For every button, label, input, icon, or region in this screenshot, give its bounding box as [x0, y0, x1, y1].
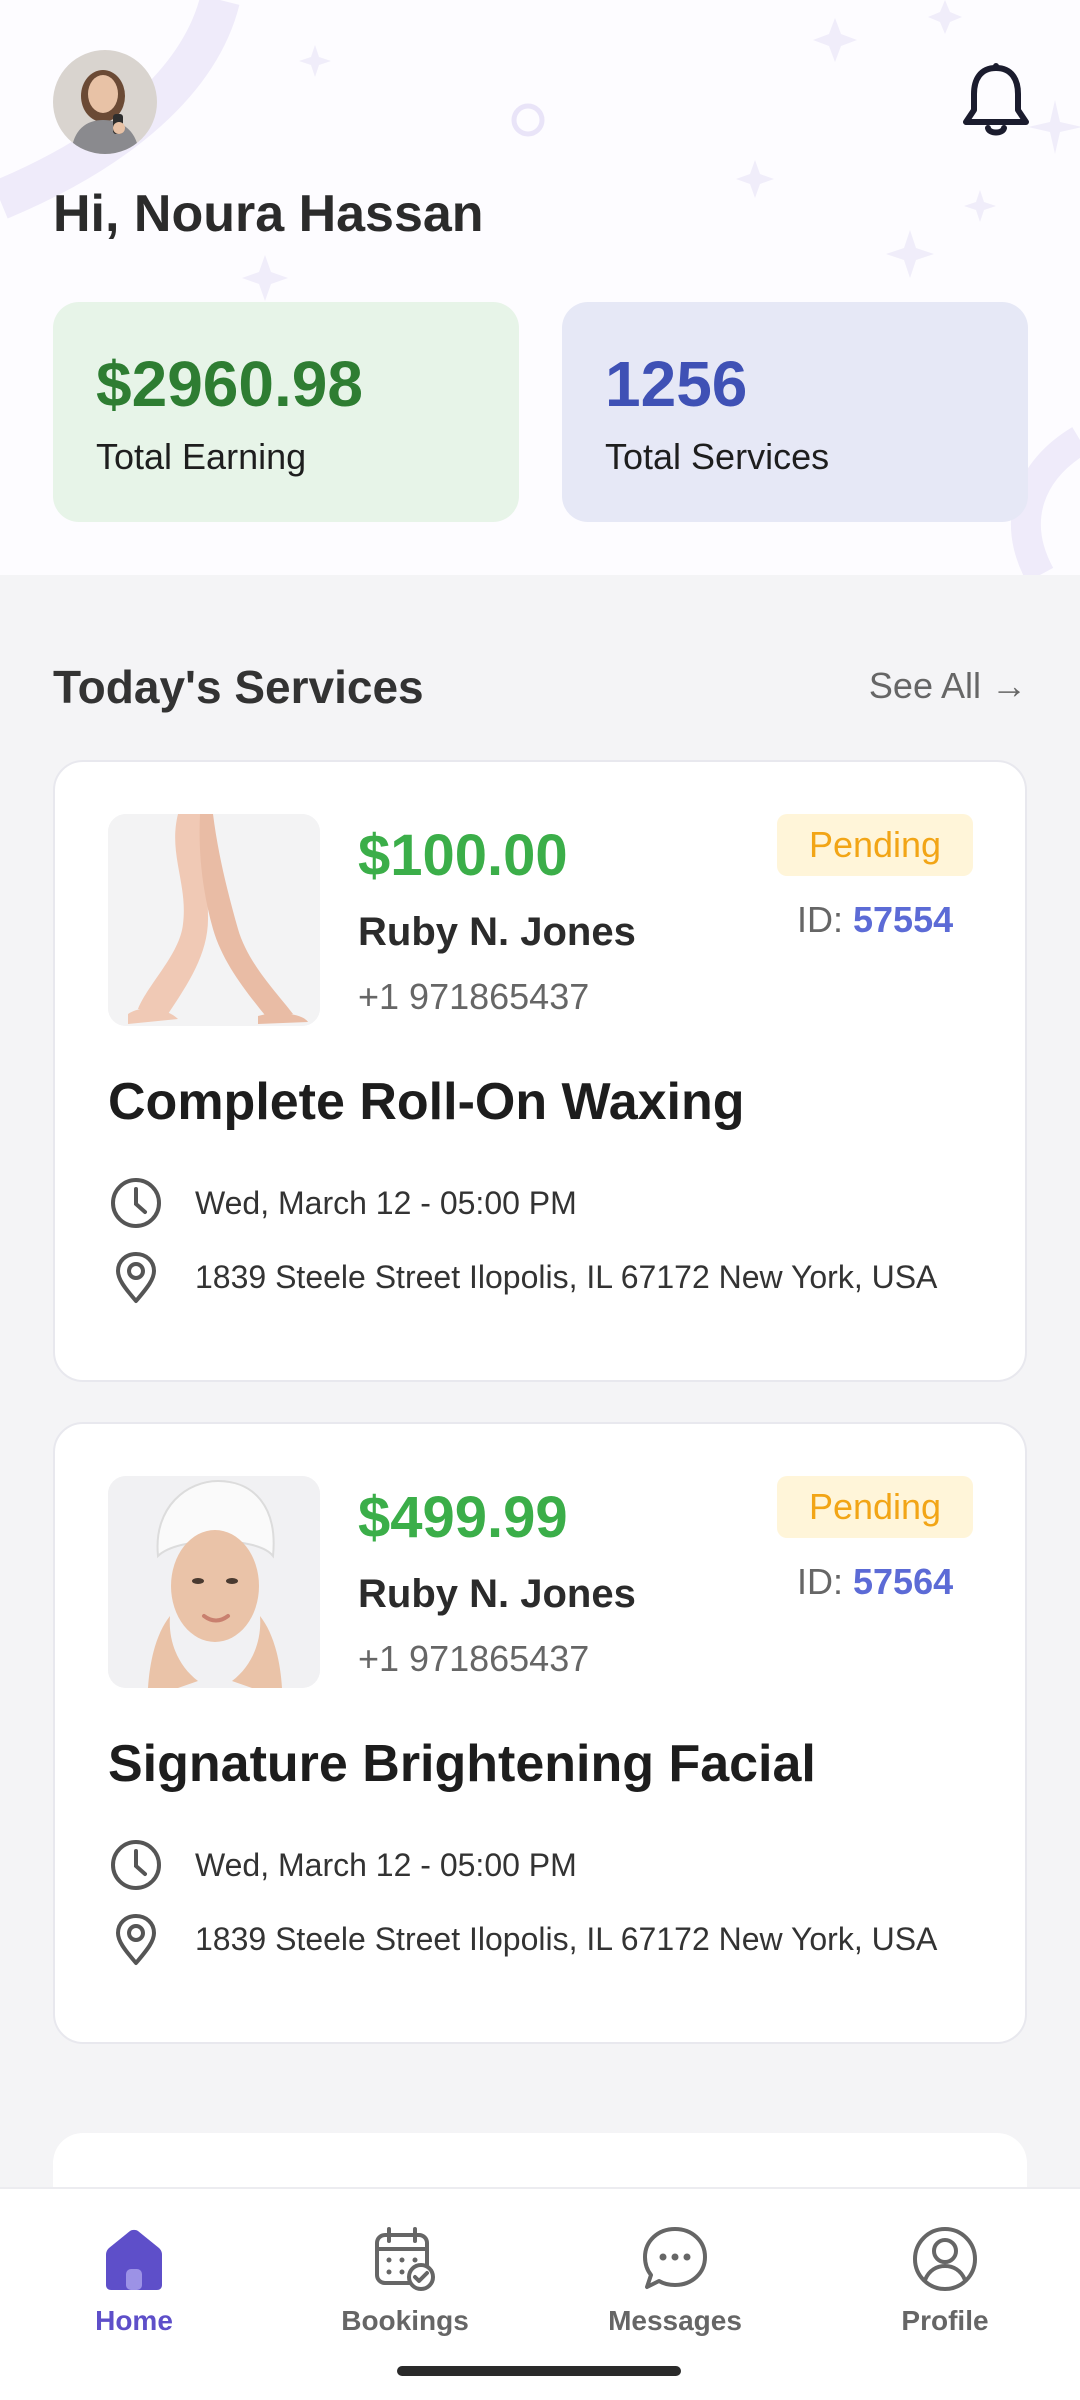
service-id: ID: 57554: [797, 899, 953, 941]
nav-item-profile[interactable]: Profile: [845, 2225, 1045, 2337]
service-address-row: 1839 Steele Street Ilopolis, IL 67172 Ne…: [108, 1911, 937, 1967]
home-icon: [106, 2229, 162, 2290]
header-area: Hi, Noura Hassan $2960.98 Total Earning …: [0, 0, 1080, 575]
location-pin-icon: [108, 1911, 164, 1967]
service-card[interactable]: $499.99 Ruby N. Jones +1 971865437 Pendi…: [53, 1422, 1027, 2044]
service-id-label: ID:: [797, 1561, 854, 1602]
service-title: Complete Roll-On Waxing: [108, 1073, 745, 1131]
service-datetime-row: Wed, March 12 - 05:00 PM: [108, 1837, 577, 1893]
status-badge: Pending: [777, 814, 973, 876]
total-services-card[interactable]: 1256 Total Services: [562, 302, 1028, 522]
nav-label-profile: Profile: [901, 2305, 989, 2336]
service-address: 1839 Steele Street Ilopolis, IL 67172 Ne…: [195, 1258, 938, 1295]
nav-item-messages[interactable]: Messages: [575, 2225, 775, 2337]
service-title: Signature Brightening Facial: [108, 1735, 816, 1793]
service-id: ID: 57564: [797, 1561, 953, 1603]
avatar[interactable]: [53, 50, 157, 154]
greeting-text: Hi, Noura Hassan: [53, 185, 484, 243]
service-id-label: ID:: [797, 899, 854, 940]
section-title: Today's Services: [53, 661, 424, 713]
service-datetime: Wed, March 12 - 05:00 PM: [195, 1846, 577, 1883]
nav-item-bookings[interactable]: Bookings: [305, 2225, 505, 2337]
chat-bubble-icon: [643, 2227, 707, 2289]
customer-name: Ruby N. Jones: [358, 910, 636, 954]
total-earning-card[interactable]: $2960.98 Total Earning: [53, 302, 519, 522]
service-id-number: 57554: [853, 899, 954, 940]
clock-icon: [108, 1175, 164, 1231]
service-datetime: Wed, March 12 - 05:00 PM: [195, 1184, 577, 1221]
total-earning-label: Total Earning: [96, 436, 307, 477]
service-card[interactable]: $100.00 Ruby N. Jones +1 971865437 Pendi…: [53, 760, 1027, 1382]
service-address: 1839 Steele Street Ilopolis, IL 67172 Ne…: [195, 1920, 938, 1957]
home-indicator[interactable]: [397, 2366, 681, 2376]
customer-name: Ruby N. Jones: [358, 1572, 636, 1616]
service-price: $499.99: [358, 1485, 568, 1550]
total-services-label: Total Services: [605, 436, 830, 477]
nav-label-messages: Messages: [608, 2305, 742, 2336]
service-price: $100.00: [358, 823, 568, 888]
nav-item-home[interactable]: Home: [34, 2225, 234, 2337]
location-pin-icon: [108, 1249, 164, 1305]
facial-woman-photo: [108, 1476, 320, 1688]
service-datetime-row: Wed, March 12 - 05:00 PM: [108, 1175, 577, 1231]
bell-icon[interactable]: [958, 60, 1034, 140]
total-earning-value: $2960.98: [96, 348, 363, 420]
see-all-link[interactable]: See All →: [869, 665, 1027, 707]
user-avatar-icon: [53, 50, 157, 154]
service-id-number: 57564: [853, 1561, 954, 1602]
calendar-check-icon: [375, 2227, 435, 2291]
service-address-row: 1839 Steele Street Ilopolis, IL 67172 Ne…: [108, 1249, 937, 1305]
customer-phone[interactable]: +1 971865437: [358, 1638, 589, 1680]
user-circle-icon: [913, 2227, 977, 2291]
total-services-value: 1256: [605, 348, 748, 420]
status-badge: Pending: [777, 1476, 973, 1538]
customer-phone[interactable]: +1 971865437: [358, 976, 589, 1018]
clock-icon: [108, 1837, 164, 1893]
legs-waxing-photo: [108, 814, 320, 1026]
nav-label-home: Home: [95, 2305, 173, 2336]
nav-label-bookings: Bookings: [341, 2305, 469, 2336]
